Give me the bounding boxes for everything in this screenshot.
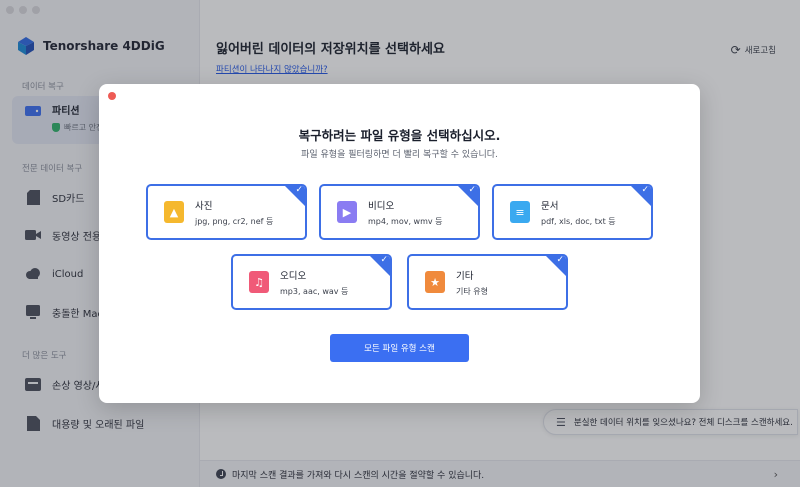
dialog-title: 복구하려는 파일 유형을 선택하십시오. <box>298 128 501 143</box>
file-type-name: 문서 <box>541 200 559 212</box>
video-icon: ▶ <box>337 201 357 223</box>
file-type-desc: 기타 유형 <box>456 286 488 296</box>
file-type-dialog: 복구하려는 파일 유형을 선택하십시오. 파일 유형을 필터링하면 더 빨리 복… <box>99 84 700 403</box>
file-type-desc: mp3, aac, wav 등 <box>280 286 349 296</box>
scan-all-types-button[interactable]: 모든 파일 유형 스캔 <box>330 334 469 362</box>
file-type-name: 비디오 <box>368 200 395 212</box>
file-type-desc: mp4, mov, wmv 등 <box>368 216 443 226</box>
file-type-card-photo[interactable]: ✓ ▲ 사진 jpg, png, cr2, nef 등 <box>146 184 307 240</box>
other-icon: ★ <box>425 271 445 293</box>
file-type-desc: pdf, xls, doc, txt 등 <box>541 216 616 226</box>
file-type-desc: jpg, png, cr2, nef 등 <box>195 216 274 226</box>
file-type-name: 사진 <box>195 200 213 212</box>
app-window: Tenorshare 4DDiG 데이터 복구 파티션 빠르고 안전 전문 데이… <box>0 0 800 487</box>
file-type-card-video[interactable]: ✓ ▶ 비디오 mp4, mov, wmv 등 <box>319 184 480 240</box>
check-icon: ✓ <box>295 185 303 195</box>
file-type-name: 기타 <box>456 270 474 282</box>
file-type-card-document[interactable]: ✓ ≡ 문서 pdf, xls, doc, txt 등 <box>492 184 653 240</box>
audio-icon: ♫ <box>249 271 269 293</box>
file-type-card-audio[interactable]: ✓ ♫ 오디오 mp3, aac, wav 등 <box>231 254 392 310</box>
check-icon: ✓ <box>380 255 388 265</box>
check-icon: ✓ <box>641 185 649 195</box>
close-dialog-button[interactable] <box>108 92 116 100</box>
file-type-name: 오디오 <box>280 270 307 282</box>
photo-icon: ▲ <box>164 201 184 223</box>
check-icon: ✓ <box>468 185 476 195</box>
document-icon: ≡ <box>510 201 530 223</box>
check-icon: ✓ <box>556 255 564 265</box>
dialog-subtitle: 파일 유형을 필터링하면 더 빨리 복구할 수 있습니다. <box>301 150 498 160</box>
file-type-card-other[interactable]: ✓ ★ 기타 기타 유형 <box>407 254 568 310</box>
